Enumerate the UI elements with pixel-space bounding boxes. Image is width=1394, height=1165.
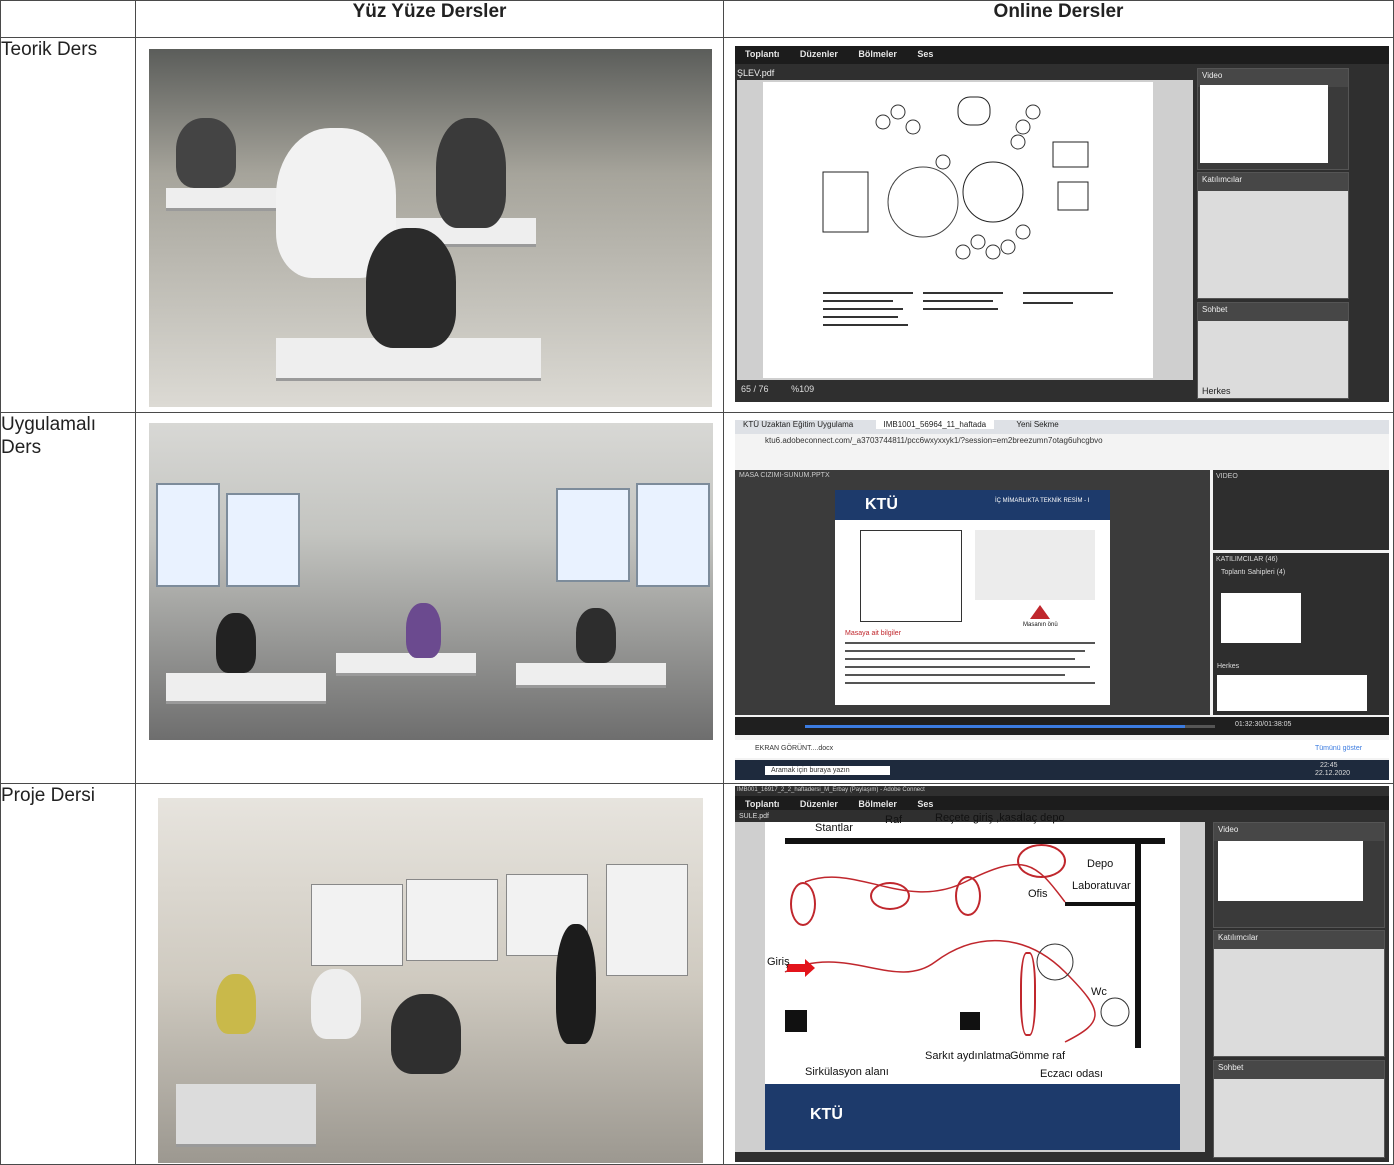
- cell-practice-screen: KTÜ Uzaktan Eğitim Uygulama IMB1001_5696…: [723, 412, 1394, 784]
- attendee-pod-title-3: Katılımcılar: [1214, 931, 1384, 949]
- chat-pod: Sohbet Herkes: [1197, 302, 1349, 399]
- slide-title: İÇ MİMARLIKTA TEKNİK RESİM - I: [995, 498, 1090, 504]
- video-pod: Video: [1197, 68, 1349, 170]
- row-label-theory: Teorik Ders: [0, 37, 136, 413]
- label-recete: Reçete giriş ,kasa: [935, 812, 1023, 824]
- hosts-group[interactable]: Toplantı Sahipleri (4): [1213, 566, 1389, 579]
- label-giris: Giriş: [767, 956, 790, 968]
- header-face-to-face: Yüz Yüze Dersler: [135, 0, 724, 38]
- menu-pods-3: Bölmeler: [858, 799, 897, 809]
- menu-meeting-3: Toplantı: [745, 799, 780, 809]
- cell-theory-photo: [135, 37, 724, 413]
- label-sarkit: Sarkıt aydınlatma: [925, 1050, 1011, 1062]
- file-name: ŞLEV.pdf: [737, 68, 775, 78]
- address-bar[interactable]: ktu6.adobeconnect.com/_a3703744811/pcc6w…: [765, 436, 1103, 445]
- row-label-project: Proje Dersi: [0, 783, 136, 1165]
- presentation-file: MASA CIZIMI-SUNUM.PPTX: [739, 472, 830, 479]
- page-count: / 76: [753, 384, 769, 394]
- cell-project-photo: [135, 783, 724, 1165]
- menu-meeting: Toplantı: [745, 49, 780, 59]
- classroom-photo: [136, 38, 723, 412]
- attendee-pod: Katılımcılar: [1197, 172, 1349, 299]
- header-row: Yüz Yüze Dersler Online Dersler: [0, 0, 1394, 38]
- header-empty: [0, 0, 136, 38]
- attendee-pod-3: Katılımcılar: [1213, 930, 1385, 1057]
- browser-tab-1[interactable]: KTÜ Uzaktan Eğitim Uygulama: [743, 420, 853, 429]
- cell-project-screen: IMB001_16917_2_2_haftadersi_M_Erbay (Pay…: [723, 783, 1394, 1165]
- browser-tab-3[interactable]: Yeni Sekme: [1016, 420, 1058, 429]
- video-pod-3: Video: [1213, 822, 1385, 928]
- row-label-practice: Uygulamalı Ders: [0, 412, 136, 784]
- taskbar-date: 22.12.2020: [1315, 770, 1351, 777]
- label-wc: Wc: [1091, 986, 1107, 998]
- label-eczaci: Eczacı odası: [1040, 1068, 1103, 1080]
- screen-capture-1: Toplantı Düzenler Bölmeler Ses ŞLEV.pdf: [724, 38, 1393, 412]
- label-stantlar: Stantlar: [815, 822, 853, 834]
- row-project: Proje Dersi IMB001_16917_2_2_haftadersi_…: [0, 783, 1394, 1165]
- menu-pods: Bölmeler: [858, 49, 897, 59]
- window-title: IMB001_16917_2_2_haftadersi_M_Erbay (Pay…: [737, 787, 925, 793]
- screen-capture-2: KTÜ Uzaktan Eğitim Uygulama IMB1001_5696…: [724, 413, 1393, 783]
- menu-layouts: Düzenler: [799, 49, 838, 59]
- chat-pod-title-3: Sohbet: [1214, 1061, 1384, 1079]
- label-lab: Laboratuvar: [1072, 880, 1131, 892]
- page-number[interactable]: 65: [741, 384, 751, 394]
- label-depo: Depo: [1087, 858, 1114, 870]
- menu-audio: Ses: [917, 49, 934, 59]
- label-sirk: Sirkülasyon alanı: [805, 1066, 889, 1078]
- menu-layouts-3: Düzenler: [799, 799, 838, 809]
- slide: KTÜ İÇ MİMARLIKTA TEKNİK RESİM - I Masan…: [835, 490, 1110, 705]
- menu-audio-3: Ses: [917, 799, 934, 809]
- chat-target-2[interactable]: Herkes: [1217, 663, 1239, 670]
- show-all-button[interactable]: Tümünü göster: [1315, 745, 1362, 752]
- screen-capture-3: IMB001_16917_2_2_haftadersi_M_Erbay (Pay…: [724, 784, 1393, 1164]
- cell-practice-photo: [135, 412, 724, 784]
- cell-theory-screen: Toplantı Düzenler Bölmeler Ses ŞLEV.pdf: [723, 37, 1394, 413]
- chat-pod-3: Sohbet: [1213, 1060, 1385, 1158]
- slide-heading: Masaya ait bilgiler: [845, 630, 902, 637]
- ktu-logo-3: KTÜ: [810, 1106, 843, 1123]
- label-ofis: Ofis: [1028, 888, 1048, 900]
- label-gomme: Gömme raf: [1010, 1050, 1066, 1062]
- row-practice: Uygulamalı Ders KTÜ Uzaktan Eğitim Uygul…: [0, 412, 1394, 784]
- label-ilac: İlaç depo: [1020, 812, 1065, 824]
- floor-plan: Stantlar Raf Reçete giriş ,kasa İlaç dep…: [765, 812, 1180, 1150]
- studio-photo: [136, 413, 723, 783]
- slide-caption: Masanın önü: [1023, 622, 1058, 628]
- file-name-3: SULE.pdf: [739, 813, 769, 820]
- ktu-logo: KTÜ: [865, 496, 898, 513]
- zoom-level[interactable]: %109: [791, 384, 814, 394]
- taskbar-clock: 22:45: [1320, 762, 1338, 769]
- chat-target[interactable]: Herkes: [1202, 386, 1231, 396]
- download-item[interactable]: EKRAN GÖRÜNT....docx: [755, 745, 833, 752]
- playback-progress[interactable]: [805, 725, 1185, 728]
- header-online: Online Dersler: [723, 0, 1394, 38]
- taskbar-search[interactable]: Aramak için buraya yazın: [765, 766, 890, 775]
- attendee-pod-title-2: KATILIMCILAR (46): [1216, 556, 1278, 563]
- label-raf: Raf: [885, 814, 903, 826]
- playback-time: 01:32:30/01:38:05: [1235, 721, 1292, 728]
- video-pod-title-2: VIDEO: [1216, 473, 1238, 480]
- browser-tab-2[interactable]: IMB1001_56964_11_haftada: [875, 420, 995, 429]
- row-theory: Teorik Ders Toplantı Düzenler Bölmeler S…: [0, 37, 1394, 413]
- document-page: [763, 82, 1153, 378]
- comparison-table: Yüz Yüze Dersler Online Dersler Teorik D…: [0, 0, 1394, 1165]
- video-pod-title-3: Video: [1214, 823, 1384, 841]
- chat-pod-title: Sohbet: [1198, 303, 1348, 321]
- jury-photo: [136, 784, 723, 1164]
- attendee-pod-title: Katılımcılar: [1198, 173, 1348, 191]
